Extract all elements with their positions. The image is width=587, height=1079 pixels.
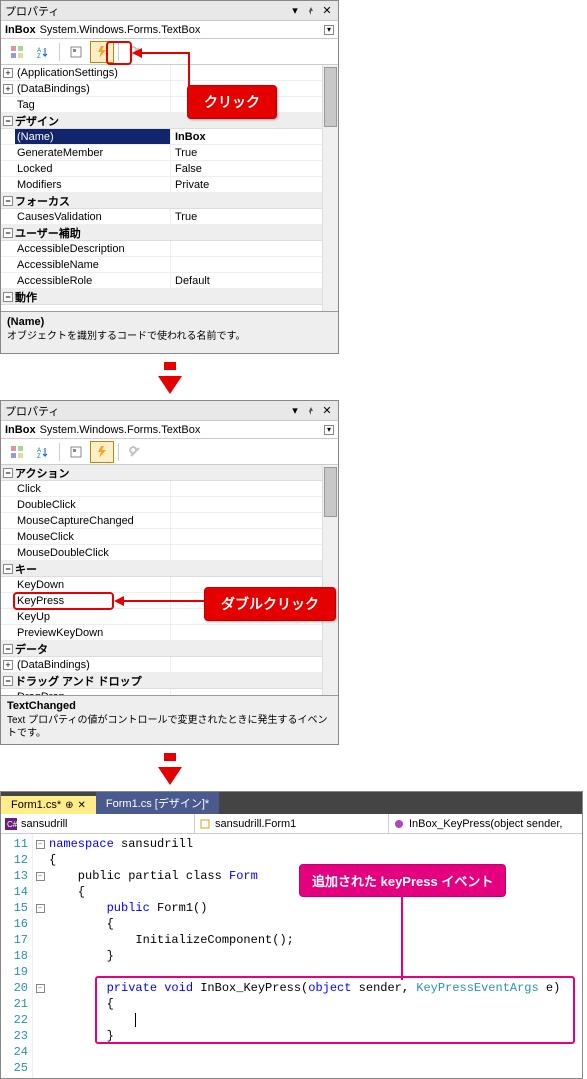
collapse-icon[interactable]: − [3,468,13,478]
pin-icon[interactable]: ⊕ [65,800,73,811]
category-action[interactable]: −アクション [1,465,338,481]
event-row[interactable]: DoubleClick [1,497,338,513]
csharp-icon: C# [5,818,17,830]
collapse-icon[interactable]: − [3,228,13,238]
chevron-down-icon[interactable]: ▾ [324,425,334,435]
expand-icon[interactable]: + [3,84,13,94]
prop-row[interactable]: +(ApplicationSettings) [1,65,338,81]
close-icon[interactable]: ✕ [78,800,86,811]
nav-class[interactable]: sansudrill.Form1 [195,814,389,833]
events-button[interactable] [90,41,114,63]
events-button[interactable] [90,441,114,463]
event-row[interactable]: MouseDoubleClick [1,545,338,561]
close-icon[interactable]: ✕ [320,404,334,418]
event-row[interactable]: MouseClick [1,529,338,545]
collapse-icon[interactable]: − [3,676,13,686]
arrow-head [114,596,124,606]
collapse-icon[interactable]: − [3,116,13,126]
arrow-head [132,48,142,58]
description-box: (Name) オブジェクトを識別するコードで使われる名前です。 [1,311,338,353]
prop-row[interactable]: +(DataBindings) [1,657,338,673]
prop-row[interactable]: +(DataBindings) [1,81,338,97]
prop-row[interactable]: AccessibleName [1,257,338,273]
fold-icon[interactable]: − [36,840,45,849]
prop-row[interactable]: CausesValidationTrue [1,209,338,225]
code-navbar: C#sansudrill sansudrill.Form1 InBox_KeyP… [1,814,582,834]
dropdown-icon[interactable]: ▾ [288,404,302,418]
callout-line [401,892,403,980]
fold-gutter: − − − − [33,834,47,1078]
fold-icon[interactable]: − [36,984,45,993]
svg-text:Z: Z [37,454,41,459]
description-box: TextChanged Text プロパティの値がコントロールで変更されたときに… [1,695,338,744]
category-focus[interactable]: −フォーカス [1,193,338,209]
tab-form1cs-design[interactable]: Form1.cs [デザイン]* [96,792,219,814]
tab-strip: Form1.cs*⊕✕ Form1.cs [デザイン]* [1,792,582,814]
line-gutter: 111213141516171819202122232425 [1,834,33,1078]
prop-row[interactable]: LockedFalse [1,161,338,177]
fold-icon[interactable]: − [36,872,45,881]
prop-row[interactable]: AccessibleDescription [1,241,338,257]
prop-row[interactable]: GenerateMemberTrue [1,145,338,161]
collapse-icon[interactable]: − [3,292,13,302]
fold-icon[interactable]: − [36,904,45,913]
arrow-line [142,52,190,54]
category-design[interactable]: −デザイン [1,113,338,129]
category-key[interactable]: −キー [1,561,338,577]
nav-method[interactable]: InBox_KeyPress(object sender, [389,814,582,833]
method-icon [393,818,405,830]
callout-click: クリック [187,85,277,119]
prop-row[interactable]: AccessibleRoleDefault [1,273,338,289]
svg-text:C#: C# [7,820,17,829]
category-data[interactable]: −データ [1,641,338,657]
arrow-down [0,362,339,394]
svg-text:Z: Z [37,54,41,59]
collapse-icon[interactable]: − [3,196,13,206]
nav-project[interactable]: C#sansudrill [1,814,195,833]
panel-title: プロパティ [5,3,288,19]
properties-button[interactable] [64,441,88,463]
wrench-button[interactable] [123,441,147,463]
event-row[interactable]: DragDrop [1,689,338,695]
event-row[interactable]: Click [1,481,338,497]
object-selector[interactable]: InBox System.Windows.Forms.TextBox ▾ [1,21,338,39]
tab-form1cs[interactable]: Form1.cs*⊕✕ [1,796,96,814]
event-row[interactable]: MouseCaptureChanged [1,513,338,529]
alphabetical-button[interactable]: AZ [31,441,55,463]
properties-toolbar: AZ [1,439,338,465]
pin-icon[interactable] [304,4,318,18]
category-user[interactable]: −ユーザー補助 [1,225,338,241]
expand-icon[interactable]: + [3,660,13,670]
collapse-icon[interactable]: − [3,564,13,574]
class-icon [199,818,211,830]
chevron-down-icon[interactable]: ▾ [324,25,334,35]
properties-titlebar: プロパティ ▾ ✕ [1,401,338,421]
pin-icon[interactable] [304,404,318,418]
scrollbar[interactable] [322,465,338,695]
close-icon[interactable]: ✕ [320,4,334,18]
prop-name-row[interactable]: (Name)InBox [1,129,338,145]
prop-row[interactable]: ModifiersPrivate [1,177,338,193]
arrow-line [124,600,204,602]
arrow-down [0,753,339,785]
category-drag[interactable]: −ドラッグ アンド ドロップ [1,673,338,689]
expand-icon[interactable]: + [3,68,13,78]
dropdown-icon[interactable]: ▾ [288,4,302,18]
collapse-icon[interactable]: − [3,644,13,654]
scrollbar[interactable] [322,65,338,311]
properties-titlebar: プロパティ ▾ ✕ [1,1,338,21]
categorized-button[interactable] [5,441,29,463]
event-row[interactable]: PreviewKeyDown [1,625,338,641]
callout-doubleclick: ダブルクリック [204,587,336,621]
categorized-button[interactable] [5,41,29,63]
object-selector[interactable]: InBox System.Windows.Forms.TextBox ▾ [1,421,338,439]
category-action[interactable]: −動作 [1,289,338,305]
alphabetical-button[interactable]: AZ [31,41,55,63]
prop-row[interactable]: Tag [1,97,338,113]
panel-title: プロパティ [5,403,288,419]
properties-button[interactable] [64,41,88,63]
